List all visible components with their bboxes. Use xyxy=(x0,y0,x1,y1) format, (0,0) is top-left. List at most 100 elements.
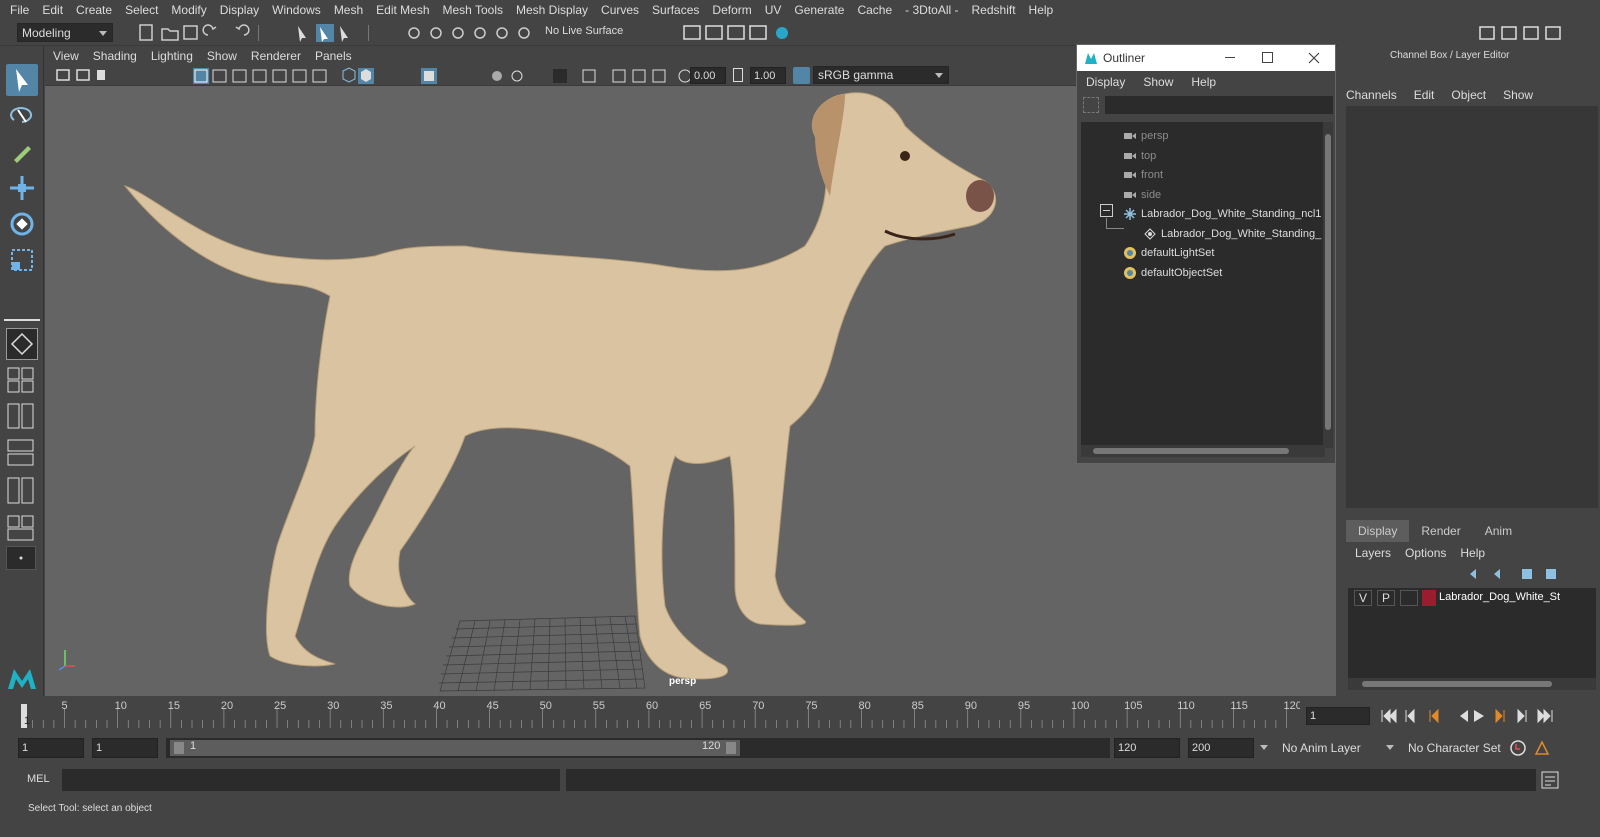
viewport-menu-show[interactable]: Show xyxy=(207,49,237,63)
anim-pref-icons[interactable] xyxy=(1508,738,1558,758)
scale-tool-button[interactable] xyxy=(6,244,38,276)
outliner-item[interactable]: top xyxy=(1123,147,1156,165)
channel-menu-channels[interactable]: Channels xyxy=(1346,88,1397,102)
range-slider-track[interactable]: 1 120 xyxy=(166,738,1110,758)
channel-menu-show[interactable]: Show xyxy=(1503,88,1533,102)
time-ruler[interactable]: 5 10 15 20 25 30 35 40 45 50 55 60 65 70 75 80 85 90 95 100… xyxy=(0,696,1300,732)
menu-help[interactable]: Help xyxy=(1029,3,1054,17)
menu-generate[interactable]: Generate xyxy=(794,3,844,17)
layer-name[interactable]: Labrador_Dog_White_St xyxy=(1439,591,1560,603)
character-set-dropdown[interactable]: No Character Set xyxy=(1402,738,1504,758)
script-editor-icon[interactable] xyxy=(1541,771,1559,789)
four-view-layout-button[interactable] xyxy=(6,366,38,394)
range-end-grip[interactable] xyxy=(726,742,736,754)
menu-edit[interactable]: Edit xyxy=(42,3,63,17)
channel-box-area[interactable] xyxy=(1346,106,1598,508)
menu-display[interactable]: Display xyxy=(220,3,259,17)
layer-action-icons[interactable] xyxy=(1466,566,1596,582)
range-start-grip[interactable] xyxy=(174,742,184,754)
menu-create[interactable]: Create xyxy=(76,3,112,17)
outliner-item[interactable]: defaultObjectSet xyxy=(1123,264,1222,282)
layer-playback-toggle[interactable]: P xyxy=(1377,590,1395,606)
outliner-menu-show[interactable]: Show xyxy=(1143,75,1173,89)
anim-start-field[interactable]: 1 xyxy=(18,738,84,758)
current-frame-field[interactable]: 1 xyxy=(1306,707,1370,725)
chevron-down-icon[interactable] xyxy=(1260,745,1268,750)
outliner-item[interactable]: side xyxy=(1123,186,1161,204)
viewport-menu-renderer[interactable]: Renderer xyxy=(251,49,301,63)
layout-icons[interactable] xyxy=(1476,23,1596,43)
layer-hscrollbar[interactable] xyxy=(1348,678,1596,690)
menu-mesh-tools[interactable]: Mesh Tools xyxy=(443,3,503,17)
lasso-tool-button[interactable] xyxy=(6,100,38,132)
outliner-item[interactable]: defaultLightSet xyxy=(1123,244,1214,262)
colorspace-dropdown[interactable]: sRGB gamma xyxy=(813,66,949,84)
mel-label[interactable]: MEL xyxy=(27,773,50,785)
time-slider[interactable]: 5 10 15 20 25 30 35 40 45 50 55 60 65 70 75 80 85 90 95 100… xyxy=(0,696,1600,732)
outliner-hscrollbar[interactable] xyxy=(1081,445,1325,457)
layer-menu-help[interactable]: Help xyxy=(1460,546,1485,560)
collapse-icon[interactable] xyxy=(1100,204,1113,217)
gamma-field[interactable]: 1.00 xyxy=(750,67,786,84)
exposure-field[interactable]: 0.00 xyxy=(690,67,726,84)
outliner-vscrollbar[interactable] xyxy=(1323,122,1333,448)
render-icons[interactable] xyxy=(680,23,800,43)
tab-anim[interactable]: Anim xyxy=(1473,520,1524,542)
custom-layout-button[interactable] xyxy=(6,546,36,570)
menu-file[interactable]: File xyxy=(10,3,29,17)
outliner-item[interactable]: Labrador_Dog_White_Standing_ncl1 xyxy=(1123,205,1321,223)
menu-edit-mesh[interactable]: Edit Mesh xyxy=(376,3,429,17)
channel-menu-object[interactable]: Object xyxy=(1451,88,1486,102)
minimize-button[interactable] xyxy=(1225,57,1235,58)
menu-select[interactable]: Select xyxy=(125,3,158,17)
rotate-tool-button[interactable] xyxy=(6,208,38,240)
menu-3dtoall[interactable]: - 3DtoAll - xyxy=(905,3,958,17)
viewport-menu-view[interactable]: View xyxy=(53,49,79,63)
outliner-menu-display[interactable]: Display xyxy=(1086,75,1125,89)
outliner-item[interactable]: persp xyxy=(1123,127,1169,145)
outliner-item[interactable]: Labrador_Dog_White_Standing_ xyxy=(1143,225,1321,243)
menu-redshift[interactable]: Redshift xyxy=(972,3,1016,17)
menu-deform[interactable]: Deform xyxy=(712,3,751,17)
single-view-layout-button[interactable] xyxy=(6,328,38,360)
menu-mesh[interactable]: Mesh xyxy=(334,3,363,17)
viewport-toolbar-icons[interactable] xyxy=(53,67,703,85)
outliner-item[interactable]: front xyxy=(1123,166,1163,184)
move-tool-button[interactable] xyxy=(6,172,38,204)
layer-menu-layers[interactable]: Layers xyxy=(1355,546,1391,560)
hscroll-thumb[interactable] xyxy=(1093,448,1289,454)
layer-color-swatch[interactable] xyxy=(1422,590,1436,606)
script-layout-button[interactable] xyxy=(6,476,38,506)
menu-surfaces[interactable]: Surfaces xyxy=(652,3,699,17)
range-slider-handle[interactable] xyxy=(170,740,740,756)
menu-cache[interactable]: Cache xyxy=(857,3,892,17)
maximize-button[interactable] xyxy=(1262,52,1273,63)
viewport-menu-lighting[interactable]: Lighting xyxy=(151,49,193,63)
menu-uv[interactable]: UV xyxy=(765,3,782,17)
viewport-menu-panels[interactable]: Panels xyxy=(315,49,352,63)
close-button[interactable] xyxy=(1303,47,1325,69)
filter-icon[interactable] xyxy=(1083,97,1099,113)
outliner-menu-help[interactable]: Help xyxy=(1191,75,1216,89)
color-management-icon[interactable] xyxy=(793,67,810,84)
menu-mesh-display[interactable]: Mesh Display xyxy=(516,3,588,17)
graph-layout-button[interactable] xyxy=(6,438,38,468)
anim-layer-dropdown[interactable]: No Anim Layer xyxy=(1276,738,1376,758)
mel-input[interactable] xyxy=(62,769,560,791)
vscroll-thumb[interactable] xyxy=(1325,134,1331,430)
menu-curves[interactable]: Curves xyxy=(601,3,639,17)
outliner-titlebar[interactable]: Outliner xyxy=(1077,45,1335,71)
chevron-down-icon[interactable] xyxy=(1386,745,1394,750)
layer-display-toggle[interactable] xyxy=(1400,590,1418,606)
layer-visibility-toggle[interactable]: V xyxy=(1354,590,1372,606)
layer-hscroll-thumb[interactable] xyxy=(1362,681,1552,687)
menu-windows[interactable]: Windows xyxy=(272,3,321,17)
paint-select-tool-button[interactable] xyxy=(6,136,38,168)
playback-start-field[interactable]: 1 xyxy=(92,738,158,758)
live-surface-label[interactable]: No Live Surface xyxy=(545,25,623,37)
outliner-search-input[interactable] xyxy=(1105,96,1333,114)
mode-dropdown[interactable]: Modeling xyxy=(17,23,113,42)
playback-end-field[interactable]: 120 xyxy=(1114,738,1180,758)
playback-controls[interactable] xyxy=(1378,706,1558,726)
tab-display[interactable]: Display xyxy=(1346,520,1410,542)
